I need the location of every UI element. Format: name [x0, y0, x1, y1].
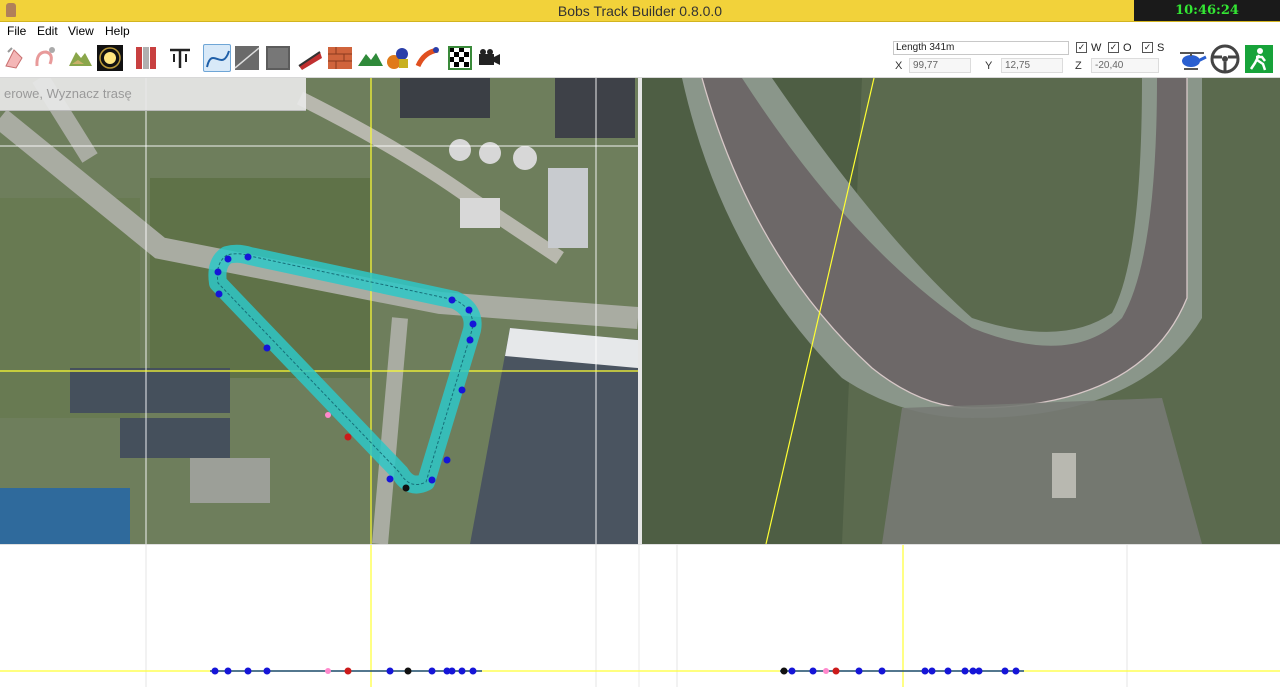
track-length: Length 341m [893, 41, 1069, 55]
window-title: Bobs Track Builder 0.8.0.0 [557, 3, 723, 19]
camera-icon[interactable] [475, 44, 503, 72]
checkbox-o-label: O [1123, 42, 1132, 54]
title-bar: Bobs Track Builder 0.8.0.0 10:46:24 02/0… [0, 0, 1280, 39]
ramp-icon[interactable] [296, 44, 324, 72]
z-label: Z [1075, 60, 1082, 72]
x-label: X [895, 60, 903, 72]
checkbox-w-label: W [1091, 42, 1102, 54]
wall-icon[interactable] [133, 44, 161, 72]
x-field[interactable]: 99,77 [909, 58, 971, 73]
left-aerial-view[interactable]: erowe, Wyznacz trasę [0, 78, 638, 544]
3d-render-view[interactable] [642, 78, 1280, 544]
status-panel: Length 341m X 99,77 Y 12,75 Z -20,40 ✓ W… [893, 41, 1173, 77]
elevation-profile[interactable] [0, 544, 1280, 687]
z-field[interactable]: -20,40 [1091, 58, 1159, 73]
helicopter-icon[interactable] [1176, 43, 1208, 75]
exit-icon[interactable] [1243, 43, 1275, 75]
terrain-icon[interactable] [66, 44, 94, 72]
steering-wheel-icon[interactable] [1209, 43, 1241, 75]
search-text[interactable]: erowe, Wyznacz trasę [4, 86, 132, 101]
mountain-icon[interactable] [356, 44, 384, 72]
aerial-map-left[interactable] [0, 78, 638, 544]
y-field[interactable]: 12,75 [1001, 58, 1063, 73]
objects-icon[interactable] [384, 44, 412, 72]
edit-track-icon[interactable] [32, 44, 60, 72]
road-texture-icon[interactable] [233, 44, 261, 72]
brick-wall-icon[interactable] [326, 44, 354, 72]
checkered-flag-icon[interactable] [446, 44, 474, 72]
spline-icon[interactable] [203, 44, 231, 72]
menu-edit[interactable]: Edit [37, 24, 58, 38]
pipe-icon[interactable] [414, 44, 442, 72]
checkbox-s[interactable]: ✓ [1142, 42, 1153, 53]
profile-chart[interactable] [0, 545, 1280, 687]
checkbox-w[interactable]: ✓ [1076, 42, 1087, 53]
menu-view[interactable]: View [68, 24, 94, 38]
clock-display: 10:46:24 02/03/2015 [1134, 0, 1280, 39]
y-label: Y [985, 60, 993, 72]
menu-bar: File Edit View Help [0, 22, 1280, 41]
search-panel[interactable]: erowe, Wyznacz trasę [0, 78, 306, 111]
checkbox-s-label: S [1157, 42, 1165, 54]
checkbox-o[interactable]: ✓ [1108, 42, 1119, 53]
crossing-icon[interactable] [166, 44, 194, 72]
menu-file[interactable]: File [7, 24, 26, 38]
right-3d-view[interactable] [642, 78, 1280, 544]
new-track-icon[interactable] [2, 44, 30, 72]
sun-icon[interactable] [96, 44, 124, 72]
texture-icon[interactable] [264, 44, 292, 72]
menu-help[interactable]: Help [105, 24, 130, 38]
